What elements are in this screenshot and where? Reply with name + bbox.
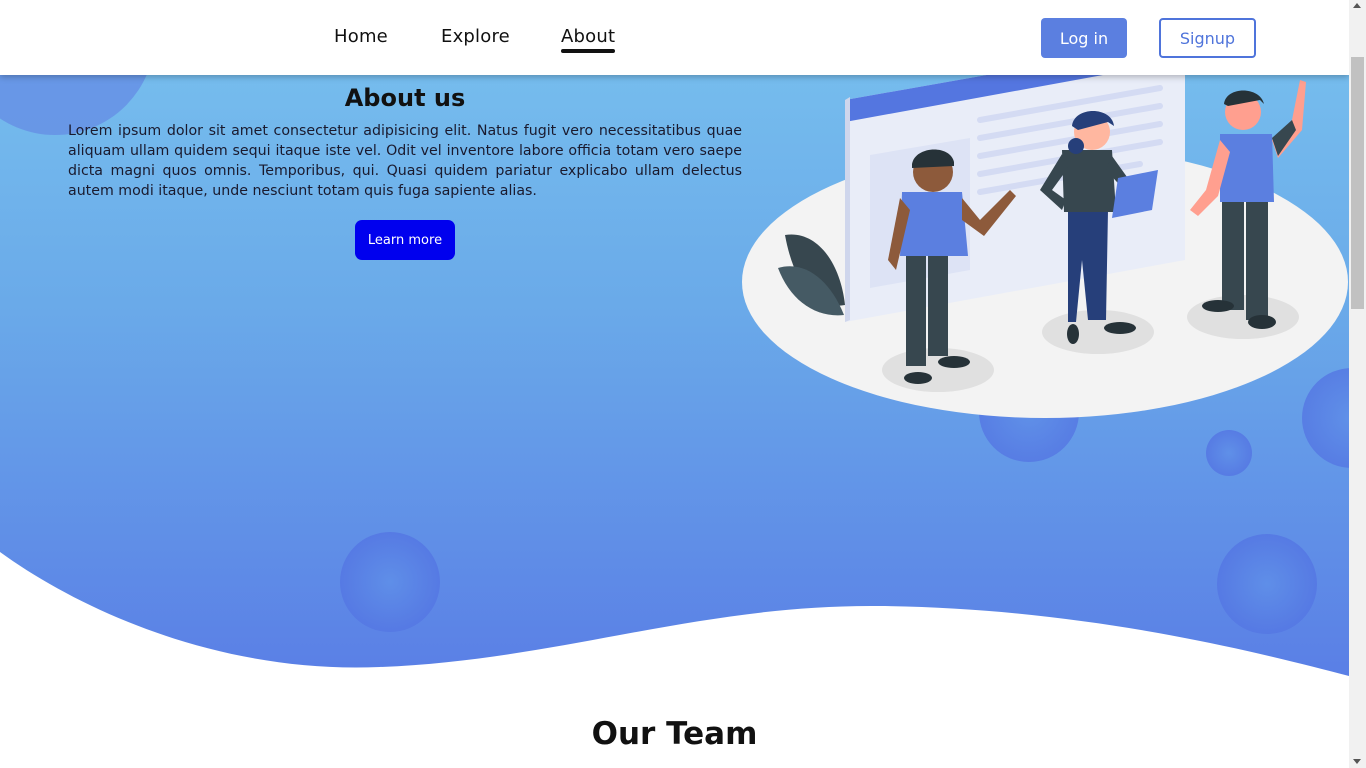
learn-more-button[interactable]: Learn more xyxy=(355,220,455,260)
login-button[interactable]: Log in xyxy=(1041,18,1127,58)
about-title: About us xyxy=(344,84,466,112)
about-description: Lorem ipsum dolor sit amet consectetur a… xyxy=(68,123,742,199)
signup-button[interactable]: Signup xyxy=(1159,18,1256,58)
scroll-down-arrow-icon[interactable] xyxy=(1353,759,1361,764)
scroll-up-arrow-icon[interactable] xyxy=(1353,3,1361,8)
nav-link-about-label: About xyxy=(561,26,616,47)
scrollbar-thumb[interactable] xyxy=(1351,57,1364,309)
nav-link-home[interactable]: Home xyxy=(334,26,388,47)
page: About us Lorem ipsum dolor sit amet cons… xyxy=(0,0,1349,768)
nav-link-explore[interactable]: Explore xyxy=(441,26,510,47)
active-nav-underline xyxy=(561,49,616,53)
nav-link-about[interactable]: About xyxy=(561,26,616,53)
team-title: Our Team xyxy=(591,716,758,752)
team-meeting-illustration xyxy=(742,60,1348,418)
vertical-scrollbar[interactable] xyxy=(1349,0,1366,768)
navbar: Home Explore About Log in Signup xyxy=(0,0,1349,75)
